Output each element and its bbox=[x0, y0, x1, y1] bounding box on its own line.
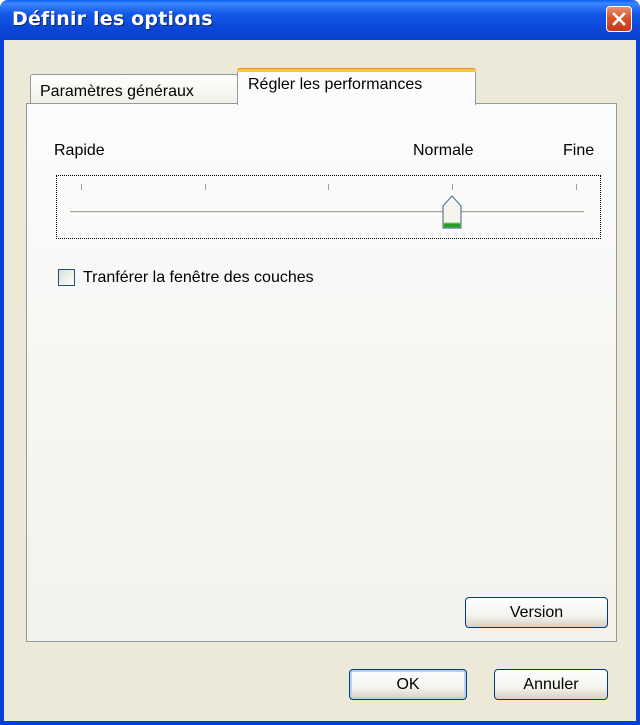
slider-label-fast: Rapide bbox=[54, 142, 105, 159]
tab-panel-performance: Rapide Normale Fine Tranférer la fenêtre… bbox=[26, 103, 617, 642]
version-button[interactable]: Version bbox=[465, 597, 608, 628]
slider-tick bbox=[576, 184, 577, 190]
slider-label-fine: Fine bbox=[563, 142, 595, 159]
window-title: Définir les options bbox=[12, 8, 213, 30]
title-bar[interactable]: Définir les options bbox=[0, 0, 640, 40]
tab-general-settings[interactable]: Paramètres généraux bbox=[30, 74, 238, 104]
slider-tick bbox=[81, 184, 82, 190]
slider-label-normal: Normale bbox=[413, 142, 474, 159]
quality-slider[interactable] bbox=[56, 175, 601, 239]
slider-tick bbox=[452, 184, 453, 190]
options-dialog: Définir les options Paramètres généraux … bbox=[0, 0, 640, 725]
close-button[interactable] bbox=[606, 6, 632, 32]
slider-track[interactable] bbox=[70, 211, 584, 214]
transfer-layers-checkbox[interactable] bbox=[58, 269, 75, 286]
slider-thumb-icon[interactable] bbox=[442, 195, 462, 230]
tab-performance[interactable]: Régler les performances bbox=[237, 68, 476, 105]
close-icon bbox=[612, 12, 626, 26]
cancel-button[interactable]: Annuler bbox=[494, 669, 608, 700]
slider-tick bbox=[205, 184, 206, 190]
ok-button[interactable]: OK bbox=[349, 669, 467, 700]
transfer-layers-label[interactable]: Tranférer la fenêtre des couches bbox=[83, 269, 314, 287]
slider-tick bbox=[328, 184, 329, 190]
